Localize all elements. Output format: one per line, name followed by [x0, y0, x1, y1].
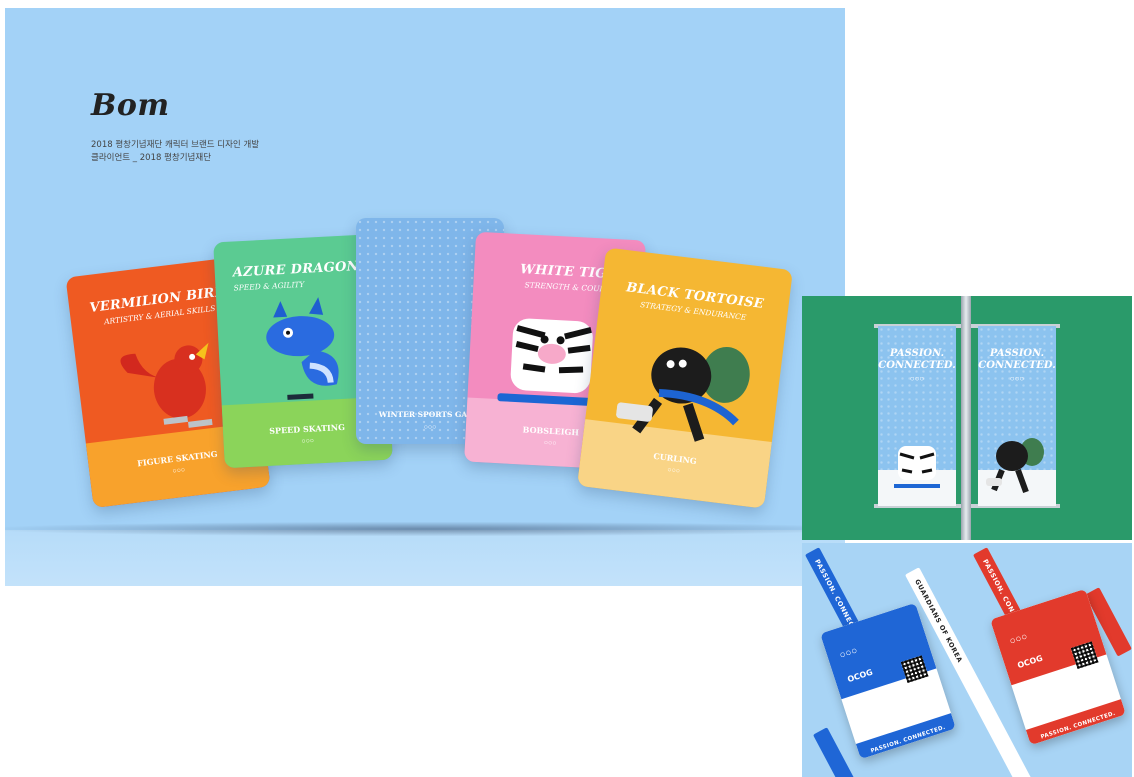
card-black-tortoise: BLACK TORTOISE STRATEGY & ENDURANCE CURL…: [577, 247, 793, 509]
banner-right: PASSION. CONNECTED. ○○○: [978, 326, 1056, 506]
lanyard-id-mockup: PASSION. CONNECTED. GUARDIANS OF KOREA P…: [802, 543, 1132, 777]
id-card-footer: PASSION. CONNECTED.: [855, 713, 956, 760]
black-tortoise-illustration: [616, 346, 750, 442]
card-shadow: [5, 522, 845, 536]
banner-slogan-line2: CONNECTED.: [878, 360, 956, 371]
street-banner-mockup: PASSION. CONNECTED. ○○○ PASSION. CONNECT…: [802, 296, 1132, 540]
street-pole: [961, 296, 971, 540]
id-card-footer: PASSION. CONNECTED.: [1025, 699, 1126, 746]
banner-slogan: PASSION. CONNECTED.: [878, 348, 956, 372]
id-card-footer-text: PASSION. CONNECTED.: [870, 724, 947, 755]
banner-slogan-line1: PASSION.: [989, 348, 1045, 359]
white-tiger-illustration: [894, 446, 940, 488]
floor-reflection: [5, 530, 845, 586]
banner-slogan: PASSION. CONNECTED.: [978, 348, 1056, 372]
hero-mockup-panel: Bom 2018 평창기념재단 캐릭터 브랜드 디자인 개발 클라이언트 _ 2…: [5, 8, 845, 586]
brand-logo: Bom: [91, 88, 170, 123]
azure-dragon-illustration: [266, 297, 339, 400]
project-description: 2018 평창기념재단 캐릭터 브랜드 디자인 개발 클라이언트 _ 2018 …: [91, 139, 259, 165]
vermilion-bird-illustration: [120, 342, 213, 428]
banner-slogan-line1: PASSION.: [889, 348, 945, 359]
olympic-rings-icon: ○○○: [909, 374, 925, 383]
black-tortoise-illustration: [986, 438, 1044, 494]
banner-left: PASSION. CONNECTED. ○○○: [878, 326, 956, 506]
banner-slogan-line2: CONNECTED.: [978, 360, 1056, 371]
olympic-rings-icon: ○○○: [1009, 374, 1025, 383]
id-card-footer-text: PASSION. CONNECTED.: [1040, 710, 1117, 741]
project-title-line: 2018 평창기념재단 캐릭터 브랜드 디자인 개발: [91, 140, 260, 150]
client-line: 클라이언트 _ 2018 평창기념재단: [91, 153, 212, 163]
